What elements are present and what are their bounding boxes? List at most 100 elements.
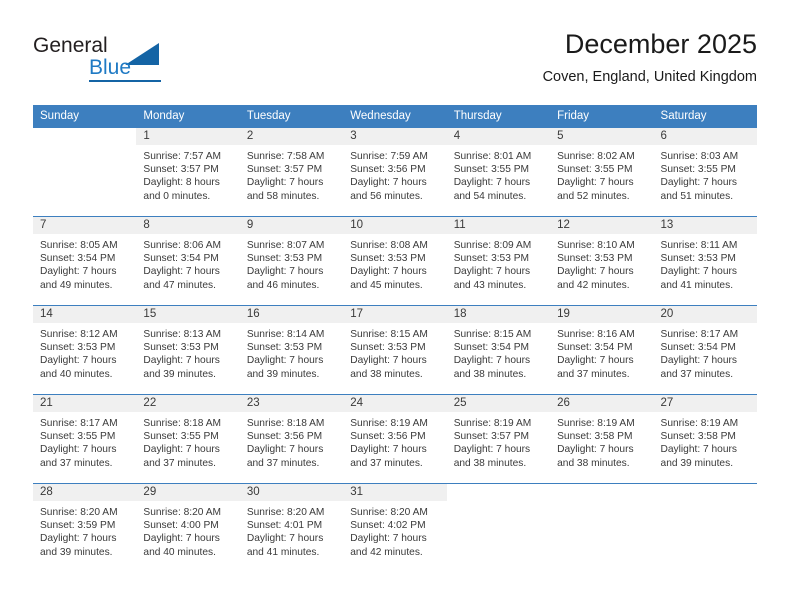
brand-logo[interactable]: General Blue: [33, 34, 213, 90]
calendar-day-cell[interactable]: 29 Sunrise: 8:20 AM Sunset: 4:00 PM Dayligh…: [136, 483, 240, 572]
calendar-day-cell[interactable]: 21 Sunrise: 8:17 AM Sunset: 3:55 PM Dayligh…: [33, 394, 137, 484]
calendar-day-cell[interactable]: 1 Sunrise: 7:57 AM Sunset: 3:57 PM Daylight…: [136, 127, 240, 217]
day-number: 23: [239, 395, 344, 412]
weekday-header-tuesday: Tuesday: [239, 105, 344, 128]
calendar-day-cell[interactable]: 9 Sunrise: 8:07 AM Sunset: 3:53 PM Daylight…: [239, 216, 344, 306]
calendar-week-row: 14 Sunrise: 8:12 AM Sunset: 3:53 PM Dayligh…: [33, 305, 757, 395]
day-number: 16: [239, 306, 344, 323]
day-details: [447, 501, 550, 506]
day-number: 8: [136, 217, 240, 234]
calendar-day-cell[interactable]: 5 Sunrise: 8:02 AM Sunset: 3:55 PM Daylight…: [550, 127, 654, 217]
day-number: 17: [343, 306, 447, 323]
sunset-text: Sunset: 3:53 PM: [350, 253, 426, 265]
day-details: Sunrise: 7:59 AM Sunset: 3:56 PM Daylight:…: [343, 145, 446, 203]
calendar-day-cell[interactable]: 2 Sunrise: 7:58 AM Sunset: 3:57 PM Daylight…: [239, 127, 344, 217]
sunrise-text: Sunrise: 8:19 AM: [453, 418, 532, 429]
daylight-text-line2: and 47 minutes.: [143, 279, 216, 291]
calendar-day-cell[interactable]: 4 Sunrise: 8:01 AM Sunset: 3:55 PM Daylight…: [446, 127, 551, 217]
calendar-day-cell[interactable]: 6 Sunrise: 8:03 AM Sunset: 3:55 PM Daylight…: [653, 127, 757, 217]
calendar-day-cell[interactable]: 28 Sunrise: 8:20 AM Sunset: 3:59 PM Dayligh…: [33, 483, 137, 572]
calendar-day-cell[interactable]: 19 Sunrise: 8:16 AM Sunset: 3:54 PM Dayligh…: [550, 305, 654, 395]
day-details: Sunrise: 8:18 AM Sunset: 3:55 PM Daylight:…: [136, 412, 239, 470]
day-number: [446, 484, 551, 501]
calendar-day-cell[interactable]: 24 Sunrise: 8:19 AM Sunset: 3:56 PM Dayligh…: [343, 394, 447, 484]
sunrise-text: Sunrise: 8:09 AM: [453, 240, 532, 251]
day-details: Sunrise: 8:17 AM Sunset: 3:55 PM Daylight:…: [33, 412, 136, 470]
day-details: Sunrise: 8:11 AM Sunset: 3:53 PM Daylight:…: [654, 234, 757, 292]
day-number: 5: [550, 128, 654, 145]
calendar-day-cell[interactable]: 15 Sunrise: 8:13 AM Sunset: 3:53 PM Dayligh…: [136, 305, 240, 395]
title-block: December 2025 Coven, England, United Kin…: [543, 28, 757, 87]
sunrise-text: Sunrise: 8:06 AM: [143, 240, 222, 251]
daylight-text-line2: and 51 minutes.: [660, 190, 734, 202]
daylight-text-line2: and 43 minutes.: [453, 279, 527, 291]
day-number: 24: [343, 395, 447, 412]
day-number: 27: [653, 395, 757, 412]
daylight-text-line1: Daylight: 7 hours: [453, 177, 531, 189]
daylight-text-line2: and 39 minutes.: [660, 457, 734, 469]
day-number: 13: [653, 217, 757, 234]
sunrise-text: Sunrise: 8:17 AM: [40, 418, 118, 429]
day-number: 12: [550, 217, 654, 234]
day-number: 18: [446, 306, 551, 323]
sunrise-text: Sunrise: 8:12 AM: [40, 329, 118, 340]
calendar-page: General Blue December 2025 Coven, Englan…: [0, 0, 792, 612]
sunset-text: Sunset: 3:53 PM: [40, 342, 116, 354]
sunrise-text: Sunrise: 8:18 AM: [246, 418, 325, 429]
daylight-text-line1: Daylight: 7 hours: [40, 444, 117, 456]
daylight-text-line2: and 54 minutes.: [453, 190, 527, 202]
sunset-text: Sunset: 3:54 PM: [557, 342, 633, 354]
calendar-day-cell[interactable]: 7 Sunrise: 8:05 AM Sunset: 3:54 PM Daylight…: [33, 216, 137, 306]
day-number: 28: [33, 484, 137, 501]
day-details: Sunrise: 8:19 AM Sunset: 3:57 PM Daylight:…: [447, 412, 550, 470]
calendar-day-cell[interactable]: 25 Sunrise: 8:19 AM Sunset: 3:57 PM Dayligh…: [446, 394, 551, 484]
daylight-text-line2: and 38 minutes.: [557, 457, 630, 469]
calendar-day-cell[interactable]: 23 Sunrise: 8:18 AM Sunset: 3:56 PM Dayligh…: [239, 394, 344, 484]
calendar-day-cell[interactable]: 27 Sunrise: 8:19 AM Sunset: 3:58 PM Dayligh…: [653, 394, 757, 484]
weekday-header-monday: Monday: [136, 105, 240, 128]
calendar-day-cell[interactable]: 30 Sunrise: 8:20 AM Sunset: 4:01 PM Dayligh…: [239, 483, 344, 572]
daylight-text-line1: Daylight: 7 hours: [660, 355, 737, 367]
day-details: Sunrise: 8:05 AM Sunset: 3:54 PM Daylight:…: [33, 234, 136, 292]
calendar-day-cell[interactable]: 13 Sunrise: 8:11 AM Sunset: 3:53 PM Dayligh…: [653, 216, 757, 306]
calendar-day-cell[interactable]: 14 Sunrise: 8:12 AM Sunset: 3:53 PM Dayligh…: [33, 305, 137, 395]
calendar-day-cell[interactable]: 18 Sunrise: 8:15 AM Sunset: 3:54 PM Dayligh…: [446, 305, 551, 395]
daylight-text-line1: Daylight: 7 hours: [143, 355, 220, 367]
sunrise-text: Sunrise: 7:57 AM: [143, 151, 222, 162]
calendar-day-cell[interactable]: 12 Sunrise: 8:10 AM Sunset: 3:53 PM Dayligh…: [550, 216, 654, 306]
day-details: Sunrise: 8:15 AM Sunset: 3:54 PM Daylight:…: [447, 323, 550, 381]
daylight-text-line1: Daylight: 7 hours: [246, 177, 324, 189]
day-number: 6: [653, 128, 757, 145]
calendar-day-cell[interactable]: 20 Sunrise: 8:17 AM Sunset: 3:54 PM Dayligh…: [653, 305, 757, 395]
day-number: [550, 484, 654, 501]
sunset-text: Sunset: 3:57 PM: [143, 164, 219, 176]
calendar-day-cell[interactable]: 10 Sunrise: 8:08 AM Sunset: 3:53 PM Dayligh…: [343, 216, 447, 306]
sunrise-text: Sunrise: 8:20 AM: [143, 507, 222, 518]
sunset-text: Sunset: 3:58 PM: [660, 431, 736, 443]
day-details: Sunrise: 8:15 AM Sunset: 3:53 PM Daylight:…: [343, 323, 446, 381]
calendar-day-cell-empty: [446, 483, 551, 572]
day-number: 20: [653, 306, 757, 323]
sunset-text: Sunset: 3:58 PM: [557, 431, 633, 443]
calendar-day-cell[interactable]: 11 Sunrise: 8:09 AM Sunset: 3:53 PM Dayligh…: [446, 216, 551, 306]
sunset-text: Sunset: 3:53 PM: [557, 253, 633, 265]
sunset-text: Sunset: 3:55 PM: [453, 164, 530, 176]
page-header: General Blue December 2025 Coven, Englan…: [33, 28, 757, 100]
daylight-text-line2: and 49 minutes.: [40, 279, 113, 291]
sunrise-text: Sunrise: 8:16 AM: [557, 329, 635, 340]
calendar-day-cell[interactable]: 17 Sunrise: 8:15 AM Sunset: 3:53 PM Dayligh…: [343, 305, 447, 395]
calendar-day-cell[interactable]: 26 Sunrise: 8:19 AM Sunset: 3:58 PM Dayligh…: [550, 394, 654, 484]
calendar-week-row: 28 Sunrise: 8:20 AM Sunset: 3:59 PM Dayligh…: [33, 483, 757, 572]
calendar-day-cell[interactable]: 31 Sunrise: 8:20 AM Sunset: 4:02 PM Dayligh…: [343, 483, 447, 572]
daylight-text-line2: and 41 minutes.: [246, 546, 320, 558]
calendar-day-cell[interactable]: 3 Sunrise: 7:59 AM Sunset: 3:56 PM Daylight…: [343, 127, 447, 217]
day-number: 26: [550, 395, 654, 412]
sunset-text: Sunset: 3:55 PM: [143, 431, 219, 443]
daylight-text-line2: and 38 minutes.: [350, 368, 423, 380]
calendar-day-cell[interactable]: 16 Sunrise: 8:14 AM Sunset: 3:53 PM Dayligh…: [239, 305, 344, 395]
calendar-day-cell[interactable]: 8 Sunrise: 8:06 AM Sunset: 3:54 PM Daylight…: [136, 216, 240, 306]
day-details: Sunrise: 8:20 AM Sunset: 4:01 PM Daylight:…: [240, 501, 343, 559]
calendar-day-cell[interactable]: 22 Sunrise: 8:18 AM Sunset: 3:55 PM Dayligh…: [136, 394, 240, 484]
daylight-text-line1: Daylight: 7 hours: [246, 444, 324, 456]
day-number: 2: [239, 128, 344, 145]
